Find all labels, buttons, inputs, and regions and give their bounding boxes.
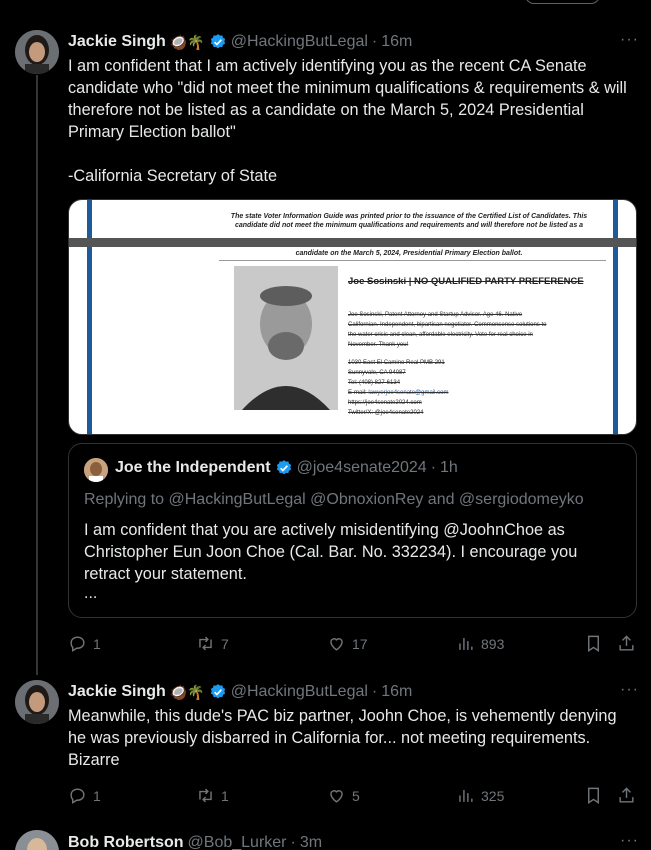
separator-dot: · [371,683,378,700]
author-handle[interactable]: @Bob_Lurker [188,834,287,850]
avatar-joe-the-independent [84,458,108,482]
document-border-left [87,200,92,434]
document-divider-band [69,238,636,247]
views-button[interactable]: 893 [456,634,504,653]
tweet-time[interactable]: 16m [381,683,412,701]
retweet-count: 1 [221,787,229,804]
more-dots-icon[interactable]: ··· [620,681,639,699]
share-button[interactable] [617,786,636,805]
candidate-photo [234,266,338,410]
tweet-header: Jackie Singh 🥥🌴 @HackingButLegal · 16m ·… [68,31,639,53]
document-border-right [613,200,618,434]
author-emoji: 🥥🌴 [169,33,205,50]
more-dots-icon[interactable]: ··· [620,31,639,49]
candidate-email-row: E-mail: lawyerjoe4senate@gmail.com [348,390,448,396]
bookmark-button[interactable] [584,634,603,653]
voter-guide-notice-2: candidate on the March 5, 2024, Presiden… [295,250,523,257]
reply-icon [70,788,85,804]
avatar-jackie-singh[interactable] [15,30,59,74]
candidate-bio-line: the water crisis and clean, affordable e… [348,332,533,338]
heart-icon [330,790,343,803]
verified-badge-icon [276,460,291,475]
reply-button[interactable]: 1 [68,786,101,805]
quoted-tweet-text: I am confident that you are actively mis… [84,521,578,583]
reply-count: 1 [93,787,101,804]
bookmark-button[interactable] [584,786,603,805]
share-icon [619,635,634,651]
retweet-button[interactable]: 7 [196,634,229,653]
candidate-twitter: Twitter/X: @joe4senate2024 [348,410,424,416]
views-count: 325 [481,787,505,804]
quoted-tweet-ellipsis: ... [84,585,98,602]
tweet-header: Jackie Singh 🥥🌴 @HackingButLegal · 16m ·… [68,681,639,703]
separator-dot: · [290,834,296,850]
candidate-bio-line: November. Thank you! [348,342,409,348]
candidate-address: 1030 East El Camino Real PMB 291 [348,360,445,366]
tweet-text: Meanwhile, this dude's PAC biz partner, … [68,707,622,769]
more-dots-icon[interactable]: ··· [620,832,639,850]
thread-connector-line [36,75,38,675]
like-button[interactable]: 5 [327,786,360,805]
author-handle[interactable]: @HackingButLegal [231,683,368,701]
candidate-email-label: E-mail: [348,390,367,396]
tweet-time[interactable]: 3m [300,834,322,850]
candidate-address: Sunnyvale, CA 94087 [348,370,406,376]
tweet-actions: 1 1 5 325 [68,786,639,806]
tweet-actions: 1 7 17 893 [68,634,639,654]
separator-dot: · [371,33,378,50]
heart-icon [330,638,343,651]
candidate-bio-line: Joe Sosinski, Patent Attorney and Startu… [348,312,523,318]
candidate-phone: Tel: (408) 827-6134 [348,380,401,386]
retweet-button[interactable]: 1 [196,786,229,805]
bookmark-icon [588,635,599,652]
verified-badge-icon [210,684,225,699]
tweet-time[interactable]: 16m [381,33,412,51]
author-handle[interactable]: @HackingButLegal [231,33,368,51]
reply-icon [70,636,85,652]
replying-to-handles: @HackingButLegal @ObnoxionRey and @sergi… [168,491,584,508]
tweet-text: I am confident that I am actively identi… [68,57,627,185]
document-rule [219,260,606,261]
quoted-tweet-time: 1h [440,459,458,476]
quoted-author-handle: @joe4senate2024 [296,459,427,476]
replying-to-line: Replying to @HackingButLegal @ObnoxionRe… [84,491,584,509]
like-count: 17 [352,635,368,652]
top-button-pill[interactable] [525,0,600,4]
candidate-title: Joe Sosinski | NO QUALIFIED PARTY PREFER… [348,276,584,287]
author-name[interactable]: Jackie Singh [68,33,166,51]
reply-count: 1 [93,635,101,652]
candidate-email: lawyerjoe4senate@gmail.com [368,390,449,396]
author-name[interactable]: Bob Robertson [68,834,184,850]
candidate-website: https://joe4senate2024.com [348,400,422,406]
like-count: 5 [352,787,360,804]
avatar-bob-robertson[interactable] [15,830,59,850]
author-name[interactable]: Jackie Singh [68,683,166,701]
share-icon [619,787,634,803]
retweet-icon [199,636,212,651]
candidate-bio-line: Californian. Independent, bipartisan neg… [348,322,547,328]
views-icon [459,637,473,650]
tweet-header: Bob Robertson @Bob_Lurker · 3m ··· [68,832,639,850]
voter-guide-notice: The state Voter Information Guide was pr… [230,213,588,229]
verified-badge-icon [210,34,225,49]
views-count: 893 [481,635,505,652]
replying-to-label: Replying to [84,491,165,508]
views-icon [459,789,473,802]
share-button[interactable] [617,634,636,653]
reply-button[interactable]: 1 [68,634,101,653]
retweet-icon [199,788,212,803]
author-emoji: 🥥🌴 [169,683,205,700]
quoted-author-name: Joe the Independent [115,459,271,476]
views-button[interactable]: 325 [456,786,504,805]
tweet-media-image[interactable]: The state Voter Information Guide was pr… [68,199,637,435]
bookmark-icon [588,787,599,804]
retweet-count: 7 [221,635,229,652]
separator-dot: · [430,459,437,476]
like-button[interactable]: 17 [327,634,368,653]
quoted-tweet[interactable]: Joe the Independent @joe4senate2024 · 1h… [68,443,637,618]
quoted-tweet-header: Joe the Independent @joe4senate2024 · 1h [115,459,458,477]
avatar-jackie-singh[interactable] [15,680,59,724]
